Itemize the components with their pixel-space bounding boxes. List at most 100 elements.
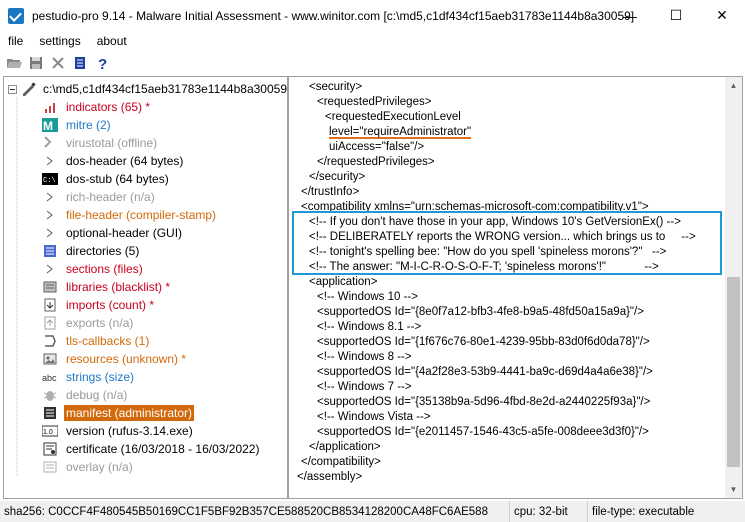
manifest-view[interactable]: <security> <requestedPrivileges> <requeste… [288, 76, 743, 499]
collapse-icon[interactable] [8, 84, 17, 94]
tree-item[interactable]: libraries (blacklist) * [42, 278, 172, 296]
tree-item[interactable]: certificate (16/03/2018 - 16/03/2022) [42, 440, 261, 458]
svg-text:abc: abc [42, 373, 57, 383]
maximize-button[interactable]: ☐ [653, 0, 699, 31]
tree-item[interactable]: rich-header (n/a) [42, 188, 157, 206]
tree-item-label: exports (n/a) [66, 316, 134, 330]
xml-line: <!-- Windows 10 --> [317, 291, 418, 303]
indicators-icon [42, 99, 58, 115]
tree-item[interactable]: overlay (n/a) [42, 458, 135, 476]
menu-settings[interactable]: settings [31, 34, 88, 48]
menu-file-label: file [8, 34, 24, 48]
tree-item-label: tls-callbacks (1) [66, 334, 150, 348]
mitre-icon: M [42, 117, 58, 133]
tree-item-label: strings (size) [66, 370, 135, 384]
tree-item-label: mitre (2) [66, 118, 111, 132]
tree-item[interactable]: exports (n/a) [42, 314, 135, 332]
tree-item[interactable]: tls-callbacks (1) [42, 332, 151, 350]
expand-arrow-icon [42, 225, 58, 241]
tree-item[interactable]: resources (unknown) * [42, 350, 188, 368]
scroll-up-arrow-icon[interactable]: ▲ [725, 77, 742, 94]
tree-item[interactable]: C:\ dos-stub (64 bytes) [42, 170, 171, 188]
scroll-down-arrow-icon[interactable]: ▼ [725, 481, 742, 498]
xml-line: <supportedOS Id="{8e0f7a12-bfb3-4fe8-b9a… [317, 306, 644, 318]
tree-item[interactable]: manifest (administrator) [42, 404, 195, 422]
expand-arrow-icon [42, 153, 58, 169]
close-file-icon[interactable] [48, 53, 68, 73]
tree-pane[interactable]: c:\md5,c1df434cf15aeb31783e1144b8a30059 … [3, 76, 288, 499]
pestudio-app-icon [8, 7, 24, 24]
tree-item-label: libraries (blacklist) * [66, 280, 171, 294]
tree-item-label: dos-header (64 bytes) [66, 154, 184, 168]
virustotal-icon [42, 135, 58, 151]
xml-line: <!-- Windows 7 --> [317, 381, 412, 393]
tree-item[interactable]: abc strings (size) [42, 368, 136, 386]
xml-line: </compatibility> [301, 456, 381, 468]
window-title: pestudio-pro 9.14 - Malware Initial Asse… [32, 8, 635, 23]
overlay-icon [42, 459, 58, 475]
xml-line-highlighted: level="requireAdministrator" [329, 126, 472, 138]
libraries-icon [42, 279, 58, 295]
tree-item-label: virustotal (offline) [66, 136, 158, 150]
menu-about[interactable]: about [89, 34, 135, 48]
minimize-button[interactable]: — [607, 0, 653, 31]
tree-item[interactable]: sections (files) [42, 260, 145, 278]
tree-item-label: dos-stub (64 bytes) [66, 172, 169, 186]
manifest-icon [42, 405, 58, 421]
status-filetype: file-type: executable [592, 505, 695, 518]
tree-item[interactable]: file-header (compiler-stamp) [42, 206, 218, 224]
exports-icon [42, 315, 58, 331]
xml-line: <requestedExecutionLevel [325, 111, 461, 123]
menu-about-label: about [96, 34, 127, 48]
tree-item-label: imports (count) * [66, 298, 155, 312]
svg-text:C:\: C:\ [43, 177, 56, 185]
title-bar: pestudio-pro 9.14 - Malware Initial Asse… [0, 0, 745, 31]
debug-icon [42, 387, 58, 403]
certificate-icon [42, 441, 58, 457]
menu-file[interactable]: file [0, 34, 31, 48]
tree-item-label: rich-header (n/a) [66, 190, 155, 204]
tree-item[interactable]: 1.0 version (rufus-3.14.exe) [42, 422, 195, 440]
tree-item[interactable]: imports (count) * [42, 296, 156, 314]
xml-line: </application> [309, 441, 381, 453]
tree-item[interactable]: virustotal (offline) [42, 134, 159, 152]
tree-item-label: manifest (administrator) [64, 405, 195, 421]
status-sha256: sha256: C0CCF4F480545B50169CC1F5BF92B357… [0, 501, 510, 522]
vertical-scrollbar[interactable]: ▲ ▼ [725, 77, 742, 498]
xml-line: <!-- Windows 8 --> [317, 351, 412, 363]
tree-item[interactable]: Mmitre (2) [42, 116, 113, 134]
save-icon[interactable] [26, 53, 46, 73]
svg-text:M: M [43, 119, 53, 133]
tree-item[interactable]: debug (n/a) [42, 386, 129, 404]
tree-item-label: indicators (65) * [66, 100, 151, 114]
xml-line: <!-- Windows 8.1 --> [317, 321, 422, 333]
toolbar: ? [0, 51, 745, 75]
close-button[interactable]: ✕ [699, 0, 745, 31]
help-icon[interactable]: ? [92, 53, 112, 73]
xml-line: </security> [309, 171, 366, 183]
tree-item[interactable]: indicators (65) * [42, 98, 152, 116]
tree-item[interactable]: directories (5) [42, 242, 141, 260]
svg-text:?: ? [98, 56, 107, 71]
tree-item-label: sections (files) [66, 262, 143, 276]
directories-icon [42, 243, 58, 259]
list-icon[interactable] [70, 53, 90, 73]
window-controls: — ☐ ✕ [607, 0, 745, 31]
open-icon[interactable] [4, 53, 24, 73]
highlight-box [292, 211, 722, 275]
scroll-thumb[interactable] [727, 277, 740, 467]
menu-settings-label: settings [39, 34, 81, 48]
resources-icon [42, 351, 58, 367]
svg-text:1.0: 1.0 [43, 429, 53, 436]
xml-line: </assembly> [297, 471, 363, 483]
xml-line: <requestedPrivileges> [317, 96, 432, 108]
tree-item[interactable]: optional-header (GUI) [42, 224, 184, 242]
xml-line: <supportedOS Id="{e2011457-1546-43c5-a5f… [317, 426, 649, 438]
menu-bar: file settings about [0, 31, 745, 51]
imports-icon [42, 297, 58, 313]
tree-item[interactable]: dos-header (64 bytes) [42, 152, 185, 170]
expand-arrow-icon [42, 189, 58, 205]
tree-root[interactable]: c:\md5,c1df434cf15aeb31783e1144b8a30059 [8, 80, 287, 98]
tree-item-label: file-header (compiler-stamp) [66, 208, 217, 222]
expand-arrow-icon [42, 207, 58, 223]
